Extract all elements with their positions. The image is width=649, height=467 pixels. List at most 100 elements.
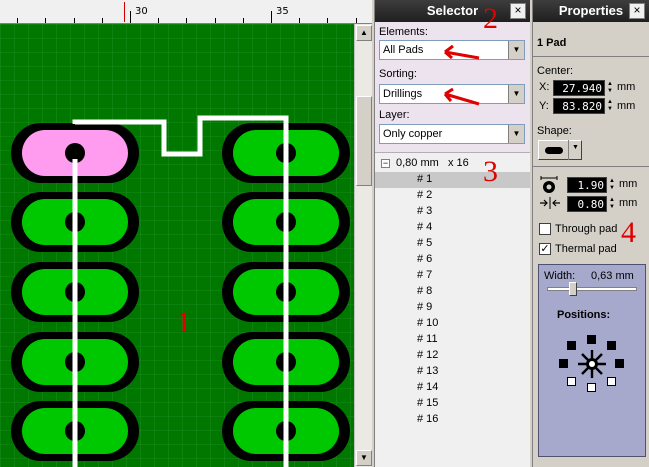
tree-item-pad-4[interactable]: # 4 (417, 221, 477, 233)
ruler-label-35: 35 (276, 6, 289, 17)
y-unit: mm (617, 100, 636, 112)
pad-size-unit: mm (619, 178, 638, 190)
drill-size-spin-icon[interactable]: ▲ ▼ (609, 197, 615, 211)
vertical-scrollbar[interactable]: ▲ ▼ (354, 24, 372, 467)
pad-size-spin-icon[interactable]: ▲ ▼ (609, 178, 615, 192)
divider (533, 166, 649, 167)
chevron-down-icon: ▼ (572, 144, 579, 151)
x-label: X: (539, 81, 550, 93)
tree-group-row[interactable]: −0,80 mm x 16 (381, 157, 469, 169)
divider (568, 140, 569, 160)
tree-item-pad-10[interactable]: # 10 (417, 317, 477, 329)
position-top-left[interactable] (567, 341, 576, 350)
tree-item-pad-11[interactable]: # 11 (417, 333, 477, 345)
layer-value: Only copper (383, 128, 443, 140)
center-y-input[interactable]: 83.820 (553, 98, 605, 114)
position-bottom[interactable] (587, 383, 596, 392)
chevron-down-icon: ▼ (508, 85, 524, 103)
ruler-minor-tick (299, 18, 300, 23)
tree-item-pad-16[interactable]: # 16 (417, 413, 477, 425)
position-top-right[interactable] (607, 341, 616, 350)
width-slider[interactable] (547, 282, 637, 296)
tree-item-pad-2[interactable]: # 2 (417, 189, 477, 201)
center-x-input[interactable]: 27.940 (553, 80, 605, 96)
tree-item-pad-1[interactable]: # 1 (417, 173, 477, 185)
tree-item-pad-12[interactable]: # 12 (417, 349, 477, 361)
properties-close-button[interactable]: × (629, 3, 645, 19)
annotation-number-1: 1 (176, 306, 191, 339)
thermal-positions-selector[interactable] (559, 335, 625, 395)
layer-dropdown[interactable]: Only copper ▼ (379, 124, 525, 144)
ruler-minor-tick (215, 18, 216, 23)
tree-item-pad-14[interactable]: # 14 (417, 381, 477, 393)
ruler-minor-tick (356, 18, 357, 23)
layout-canvas-area: 30 35 ▲ ▼ 1 (0, 0, 372, 467)
ruler-major-tick (271, 11, 272, 23)
selector-title: Selector (426, 3, 479, 18)
ruler-major-tick (130, 11, 131, 23)
thermal-pad-checkbox[interactable]: ✓ (539, 243, 551, 255)
selector-close-button[interactable]: × (510, 3, 526, 19)
y-spin-icon[interactable]: ▲ ▼ (607, 99, 613, 113)
selection-heading: 1 Pad (537, 37, 567, 49)
scroll-up-arrow-icon[interactable]: ▲ (356, 25, 372, 41)
collapse-icon[interactable]: − (381, 159, 390, 168)
properties-title: Properties (558, 3, 624, 18)
width-label: Width: (544, 270, 576, 282)
sorting-value: Drillings (383, 88, 423, 100)
position-right[interactable] (615, 359, 624, 368)
ruler-label-30: 30 (135, 6, 148, 17)
ruler-cursor-marker (124, 2, 125, 22)
tree-item-pad-8[interactable]: # 8 (417, 285, 477, 297)
position-bottom-right[interactable] (607, 377, 616, 386)
shape-dropdown[interactable]: ▼ (538, 140, 582, 160)
tree-item-pad-3[interactable]: # 3 (417, 205, 477, 217)
oval-pad-icon (545, 147, 563, 154)
group-size: 0,80 mm (396, 157, 439, 169)
chevron-down-icon: ▼ (508, 41, 524, 59)
through-pad-label: Through pad (555, 223, 618, 235)
pad-size-input[interactable]: 1.90 (567, 177, 607, 193)
thermal-settings-box: Width: 0,63 mm Positions: (538, 264, 646, 457)
properties-panel: Properties × 1 Pad Center: X: 27.940 ▲ ▼ … (532, 0, 649, 467)
center-label: Center: (537, 65, 574, 77)
annotation-arrows (443, 44, 480, 106)
properties-titlebar: Properties × (533, 0, 649, 22)
thermal-pad-preview-icon (578, 350, 606, 378)
selector-titlebar: Selector × (375, 0, 530, 22)
positions-label: Positions: (557, 309, 611, 321)
x-unit: mm (617, 81, 636, 93)
annotation-number-4: 4 (621, 216, 636, 249)
annotation-number-2: 2 (483, 2, 498, 35)
position-top[interactable] (587, 335, 596, 344)
arrow-icon-elements (444, 44, 480, 60)
tree-item-pad-6[interactable]: # 6 (417, 253, 477, 265)
ruler-minor-tick (45, 18, 46, 23)
horizontal-ruler: 30 35 (0, 0, 372, 24)
tree-item-pad-9[interactable]: # 9 (417, 301, 477, 313)
through-pad-checkbox[interactable] (539, 223, 551, 235)
width-slider-handle[interactable] (568, 282, 577, 296)
scroll-down-arrow-icon[interactable]: ▼ (356, 450, 372, 466)
position-left[interactable] (559, 359, 568, 368)
ruler-minor-tick (17, 18, 18, 23)
pcb-board[interactable] (0, 24, 354, 467)
pad-tree[interactable]: −0,80 mm x 16 # 1 # 2 # 3 # 4 # 5 # 6 # 7 # 8 # … (375, 152, 530, 467)
width-value: 0,63 mm (591, 270, 634, 282)
chevron-down-icon: ▼ (508, 125, 524, 143)
drill-size-input[interactable]: 0.80 (567, 196, 607, 212)
tree-item-pad-15[interactable]: # 15 (417, 397, 477, 409)
x-spin-icon[interactable]: ▲ ▼ (607, 81, 613, 95)
tree-item-pad-13[interactable]: # 13 (417, 365, 477, 377)
pcb-drawing (0, 24, 354, 467)
tree-item-pad-5[interactable]: # 5 (417, 237, 477, 249)
position-bottom-left[interactable] (567, 377, 576, 386)
annotation-number-3: 3 (483, 155, 498, 188)
ruler-minor-tick (158, 18, 159, 23)
pad-size-icon (540, 176, 558, 193)
group-count: x 16 (447, 157, 469, 169)
elements-label: Elements: (379, 26, 428, 38)
tree-item-pad-7[interactable]: # 7 (417, 269, 477, 281)
scroll-thumb[interactable] (356, 96, 372, 186)
ruler-minor-tick (243, 18, 244, 23)
